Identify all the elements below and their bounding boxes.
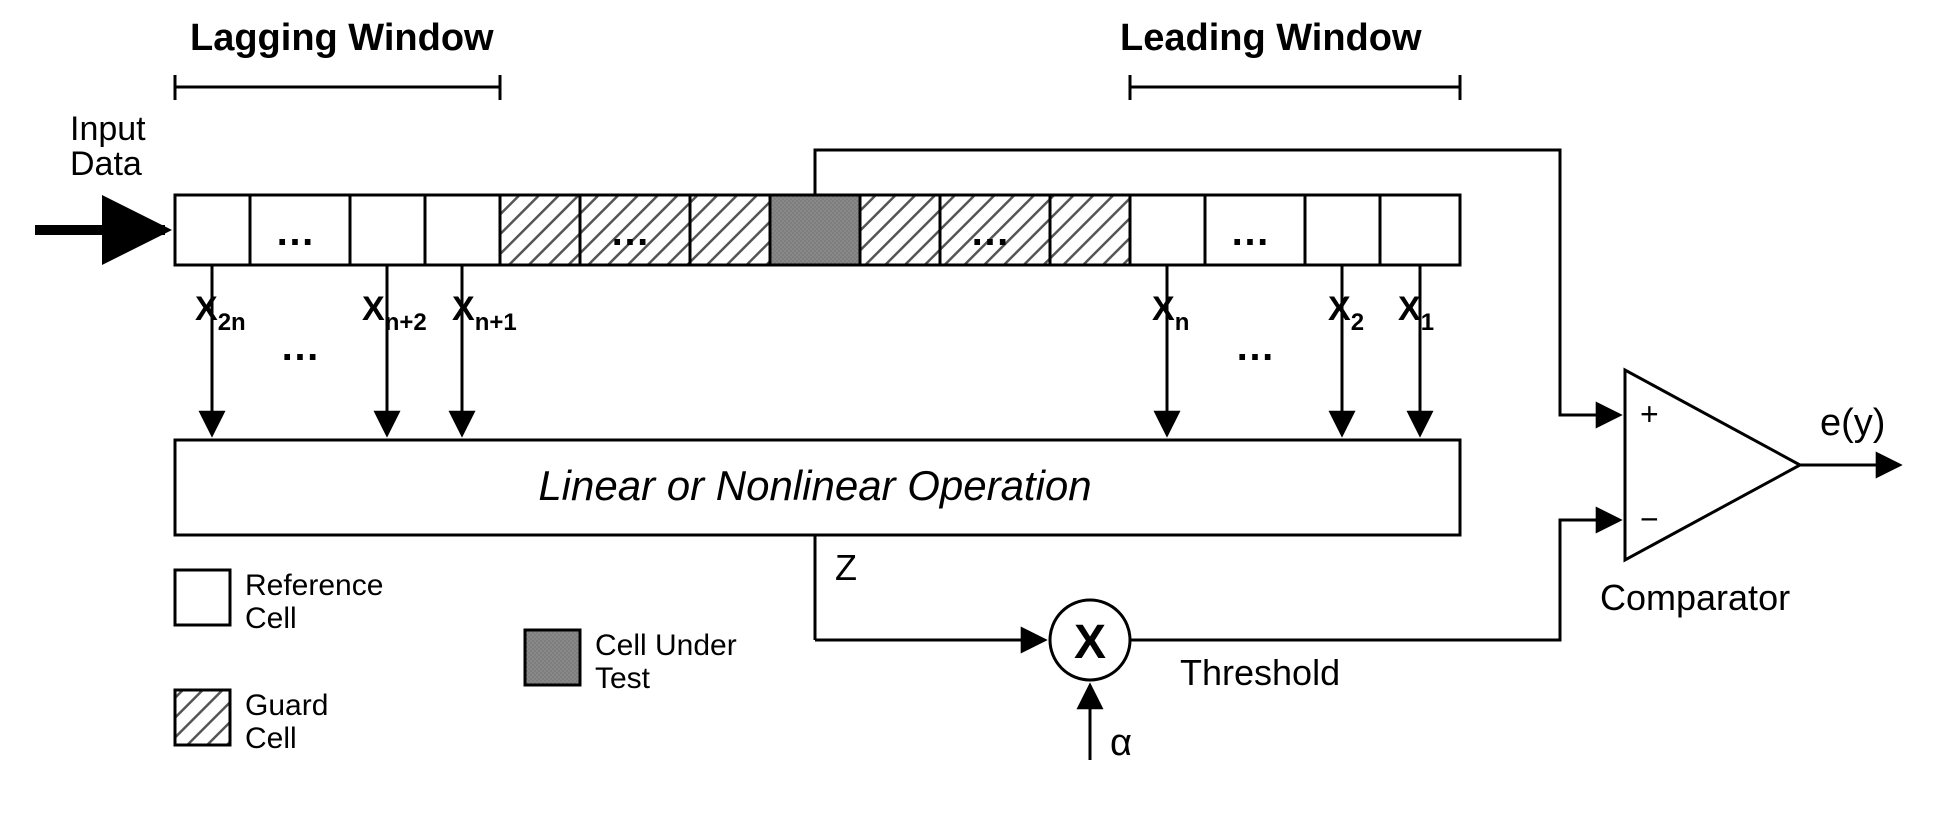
tap-xn-sub: n xyxy=(1175,309,1190,336)
tap-arrows: X2n … Xn+2 Xn+1 Xn … X2 X1 xyxy=(195,265,1434,435)
dots-lag-cells: … xyxy=(275,210,315,254)
tap-x1-sub: 1 xyxy=(1421,309,1434,336)
tap-x2n-sub: 2n xyxy=(218,309,246,336)
tap-xn2: X xyxy=(362,290,385,328)
input-data-label-1: Input xyxy=(70,110,146,148)
operation-label: Linear or Nonlinear Operation xyxy=(538,462,1091,509)
leading-window-label: Leading Window xyxy=(1120,17,1422,59)
tap-xn1-sub: n+1 xyxy=(475,309,517,336)
threshold-label: Threshold xyxy=(1180,652,1340,693)
svg-text:X1: X1 xyxy=(1398,290,1434,336)
comparator: + − xyxy=(1625,370,1800,560)
dots-lead-cells: … xyxy=(1230,210,1270,254)
tap-x2-sub: 2 xyxy=(1351,309,1364,336)
z-label: Z xyxy=(835,547,857,588)
legend-reference-1: Reference xyxy=(245,569,383,602)
multiplier-x: X xyxy=(1074,616,1106,669)
output-label: e(y) xyxy=(1820,402,1885,444)
lagging-window-bracket xyxy=(175,75,500,100)
lagging-window-label: Lagging Window xyxy=(190,17,494,59)
legend-guard-2: Cell xyxy=(245,722,297,755)
comparator-label: Comparator xyxy=(1600,577,1790,618)
leading-window-bracket xyxy=(1130,75,1460,100)
dots-guard-right: … xyxy=(970,210,1010,254)
input-data-label-2: Data xyxy=(70,145,142,183)
alpha-label: α xyxy=(1110,722,1132,764)
dots-guard-left: … xyxy=(610,210,650,254)
legend-cut-2: Test xyxy=(595,662,651,695)
cell-row: … … … … xyxy=(175,195,1460,265)
comparator-minus: − xyxy=(1640,501,1659,537)
cut-to-comparator xyxy=(815,150,1620,415)
cfar-diagram: Lagging Window Leading Window Input Data… xyxy=(0,0,1933,832)
dots-lead-between: … xyxy=(1235,325,1275,369)
dots-lag-between: … xyxy=(280,325,320,369)
svg-text:Xn+2: Xn+2 xyxy=(362,290,427,336)
svg-text:Xn: Xn xyxy=(1152,290,1189,336)
tap-x1: X xyxy=(1398,290,1421,328)
svg-text:X2n: X2n xyxy=(195,290,246,336)
threshold-path xyxy=(1130,520,1620,640)
legend-guard-1: Guard xyxy=(245,689,328,722)
tap-xn1: X xyxy=(452,290,475,328)
tap-x2: X xyxy=(1328,290,1351,328)
tap-x2n: X xyxy=(195,290,218,328)
cell-under-test xyxy=(770,195,860,265)
tap-xn: X xyxy=(1152,290,1175,328)
legend-reference-2: Cell xyxy=(245,602,297,635)
svg-text:X2: X2 xyxy=(1328,290,1364,336)
comparator-plus: + xyxy=(1640,396,1659,432)
legend-cut-1: Cell Under xyxy=(595,629,737,662)
legend: Reference Cell Guard Cell Cell Under Tes… xyxy=(175,569,737,755)
tap-xn2-sub: n+2 xyxy=(385,309,427,336)
